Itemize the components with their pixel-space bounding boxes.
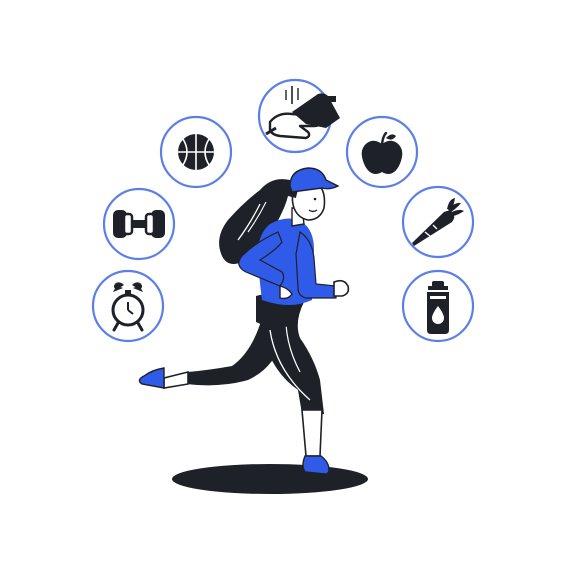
basketball-icon — [159, 115, 233, 189]
front-shoe — [302, 455, 330, 475]
apple-icon — [345, 115, 419, 189]
water-bottle-icon — [401, 269, 475, 343]
running-healthy-lifestyle-illustration — [91, 78, 475, 494]
cap — [289, 167, 340, 193]
back-shoe — [138, 367, 165, 389]
ground-shadow — [172, 464, 368, 494]
illustration-canvas — [0, 0, 564, 564]
dumbbell-icon — [102, 187, 176, 261]
front-arm — [295, 230, 337, 299]
alarm-clock-icon — [91, 269, 165, 343]
hand-washing-icon — [257, 78, 340, 154]
carrot-icon — [401, 185, 475, 259]
fist — [333, 279, 350, 297]
